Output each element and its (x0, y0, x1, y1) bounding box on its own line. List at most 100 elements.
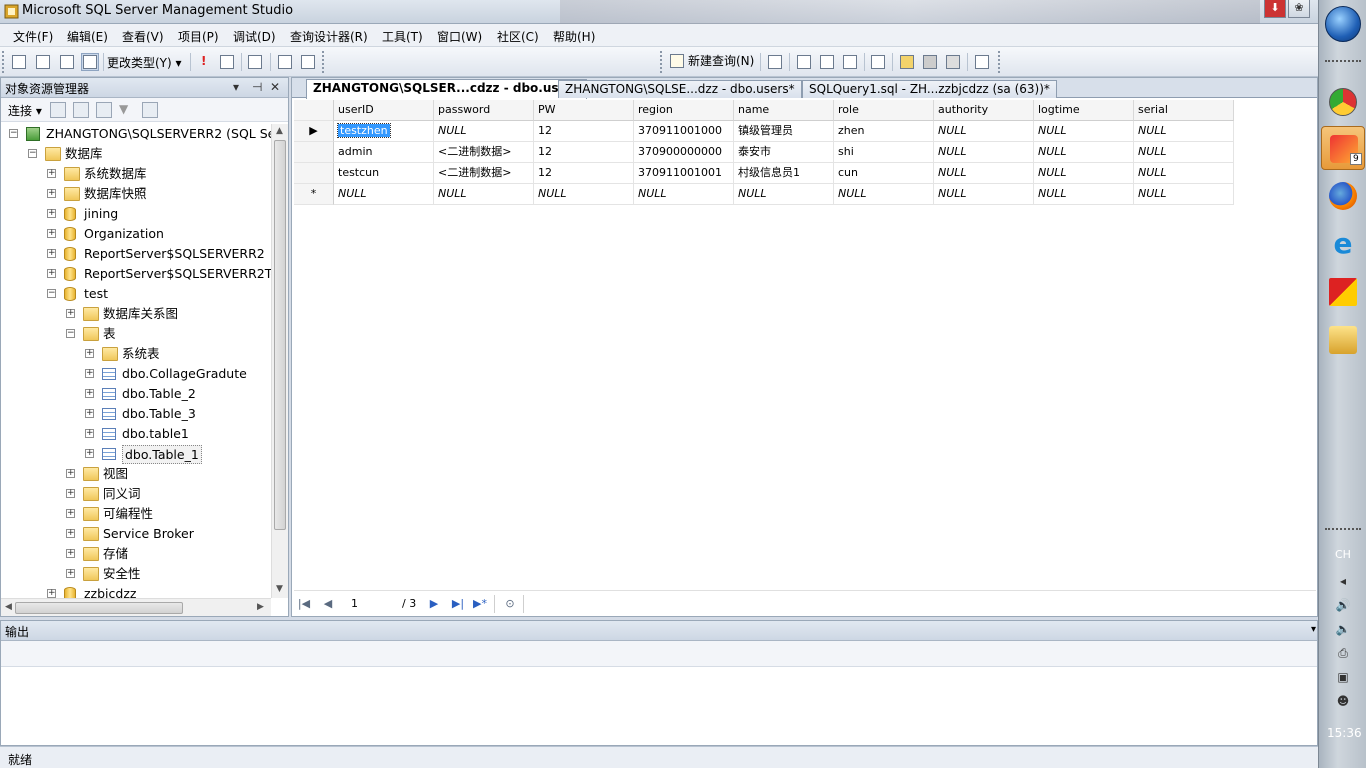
grid-cell[interactable]: NULL (1034, 121, 1134, 142)
toolbar-overflow[interactable] (322, 51, 325, 73)
connect-object-explorer-icon[interactable] (50, 102, 66, 118)
qq-icon[interactable]: ☻ (1335, 694, 1351, 710)
toolbar-grip[interactable] (660, 51, 663, 73)
previous-record-button[interactable]: ◀ (320, 596, 336, 612)
add-derived-table-button[interactable] (299, 53, 317, 71)
row-header[interactable]: * (294, 184, 334, 205)
table-row[interactable]: testcun <二进制数据> 12 370911001001 村级信息员1 cun NUL… (294, 163, 1236, 184)
grid-cell[interactable]: NULL (734, 184, 834, 205)
grid-cell[interactable]: zhen (834, 121, 934, 142)
analysis-services-mdx-query-button[interactable] (795, 53, 813, 71)
pin-icon[interactable]: ⊣ (252, 80, 262, 94)
grid-cell[interactable]: NULL (1134, 142, 1234, 163)
grid-cell[interactable]: shi (834, 142, 934, 163)
expand-icon[interactable]: + (66, 489, 75, 498)
scroll-thumb[interactable] (274, 140, 286, 530)
grid-cell[interactable]: 370900000000 (634, 142, 734, 163)
column-header[interactable]: userID (334, 100, 434, 121)
grid-cell[interactable]: <二进制数据> (434, 163, 534, 184)
grid-cell[interactable]: NULL (1134, 184, 1234, 205)
table-row[interactable]: ▶ testzhen NULL 12 370911001000 镇级管理员 zhen NULL… (294, 121, 1236, 142)
grid-cell[interactable]: NULL (934, 163, 1034, 184)
scroll-down-arrow[interactable]: ▼ (276, 584, 283, 594)
tree-vertical-scrollbar[interactable]: ▲ ▼ (271, 124, 288, 598)
grid-cell[interactable]: 12 (534, 163, 634, 184)
grid-cell[interactable]: NULL (1134, 121, 1234, 142)
column-header[interactable]: name (734, 100, 834, 121)
print-button[interactable] (944, 53, 962, 71)
show-diagram-pane-button[interactable] (10, 53, 28, 71)
expand-icon[interactable]: + (47, 589, 56, 598)
speaker-icon[interactable]: 🔈 (1335, 622, 1351, 638)
expand-icon[interactable]: + (66, 569, 75, 578)
toolbar-overflow[interactable] (998, 51, 1001, 73)
tray-expand-icon[interactable]: ◂ (1335, 574, 1351, 590)
menu-tools[interactable]: 工具(T) (382, 28, 423, 45)
grid-cell[interactable]: 泰安市 (734, 142, 834, 163)
grid-cell[interactable]: NULL (834, 184, 934, 205)
grid-cell[interactable]: NULL (1034, 163, 1134, 184)
expand-icon[interactable]: + (66, 309, 75, 318)
grid-cell[interactable]: NULL (334, 184, 434, 205)
scroll-up-arrow[interactable]: ▲ (276, 126, 283, 136)
save-button[interactable] (921, 53, 939, 71)
grid-cell[interactable]: NULL (434, 121, 534, 142)
collapse-icon[interactable]: − (47, 289, 56, 298)
new-query-button[interactable]: 新建查询(N) (668, 53, 754, 71)
row-header[interactable] (294, 142, 334, 163)
table-row[interactable]: * NULL NULL NULL NULL NULL NULL NULL NULL NULL (294, 184, 1236, 205)
analysis-services-dmx-query-button[interactable] (818, 53, 836, 71)
menu-edit[interactable]: 编辑(E) (67, 28, 108, 45)
grid-cell[interactable]: NULL (934, 184, 1034, 205)
new-record-button[interactable]: ▶* (472, 596, 488, 612)
row-header[interactable] (294, 163, 334, 184)
scroll-thumb[interactable] (15, 602, 183, 614)
menu-query-designer[interactable]: 查询设计器(R) (290, 28, 368, 45)
analysis-services-xmla-query-button[interactable] (841, 53, 859, 71)
grid-cell[interactable]: cun (834, 163, 934, 184)
grid-cell[interactable]: NULL (1034, 184, 1134, 205)
menu-debug[interactable]: 调试(D) (233, 28, 276, 45)
expand-icon[interactable]: + (85, 349, 94, 358)
connect-dropdown[interactable]: 连接 ▾ (8, 102, 42, 119)
grid-cell[interactable]: 村级信息员1 (734, 163, 834, 184)
grid-cell[interactable]: 370911001000 (634, 121, 734, 142)
column-header[interactable]: authority (934, 100, 1034, 121)
database-engine-query-button[interactable] (766, 53, 784, 71)
menu-file[interactable]: 文件(F) (13, 28, 53, 45)
expand-icon[interactable]: + (66, 469, 75, 478)
menu-help[interactable]: 帮助(H) (553, 28, 595, 45)
menu-community[interactable]: 社区(C) (497, 28, 539, 45)
change-type-dropdown[interactable]: 更改类型(Y) ▾ (107, 54, 182, 71)
taskbar-chrome[interactable] (1321, 80, 1365, 124)
taskbar-ssms[interactable]: 9 (1321, 126, 1365, 170)
toolbar-grip[interactable] (2, 51, 5, 73)
collapse-icon[interactable]: − (66, 329, 75, 338)
menu-project[interactable]: 项目(P) (178, 28, 219, 45)
grid-cell[interactable]: 12 (534, 142, 634, 163)
tab-users-table[interactable]: ZHANGTONG\SQLSER...cdzz - dbo.users (306, 79, 587, 99)
expand-icon[interactable]: + (85, 429, 94, 438)
expand-icon[interactable]: + (47, 269, 56, 278)
column-header[interactable]: region (634, 100, 734, 121)
grid-cell[interactable]: admin (334, 142, 434, 163)
expand-icon[interactable]: + (85, 449, 94, 458)
grid-cell[interactable]: NULL (934, 121, 1034, 142)
column-header[interactable]: PW (534, 100, 634, 121)
expand-icon[interactable]: + (85, 369, 94, 378)
volume-icon[interactable]: 🔊 (1335, 598, 1351, 614)
minimize-button[interactable]: ⬇ (1264, 0, 1286, 18)
expand-icon[interactable]: + (66, 549, 75, 558)
column-header[interactable]: serial (1134, 100, 1234, 121)
panel-dropdown-icon[interactable]: ▾ (233, 80, 239, 94)
current-record-input[interactable]: 1 (346, 595, 396, 613)
grid-cell[interactable]: NULL (634, 184, 734, 205)
clock[interactable]: 15:36 (1327, 726, 1362, 740)
first-record-button[interactable]: |◀ (296, 596, 312, 612)
grid-cell[interactable]: testzhen (334, 121, 434, 142)
grid-cell[interactable]: NULL (934, 142, 1034, 163)
expand-icon[interactable]: + (47, 249, 56, 258)
collapse-icon[interactable]: − (28, 149, 37, 158)
group-by-button[interactable] (246, 53, 264, 71)
column-header[interactable]: role (834, 100, 934, 121)
